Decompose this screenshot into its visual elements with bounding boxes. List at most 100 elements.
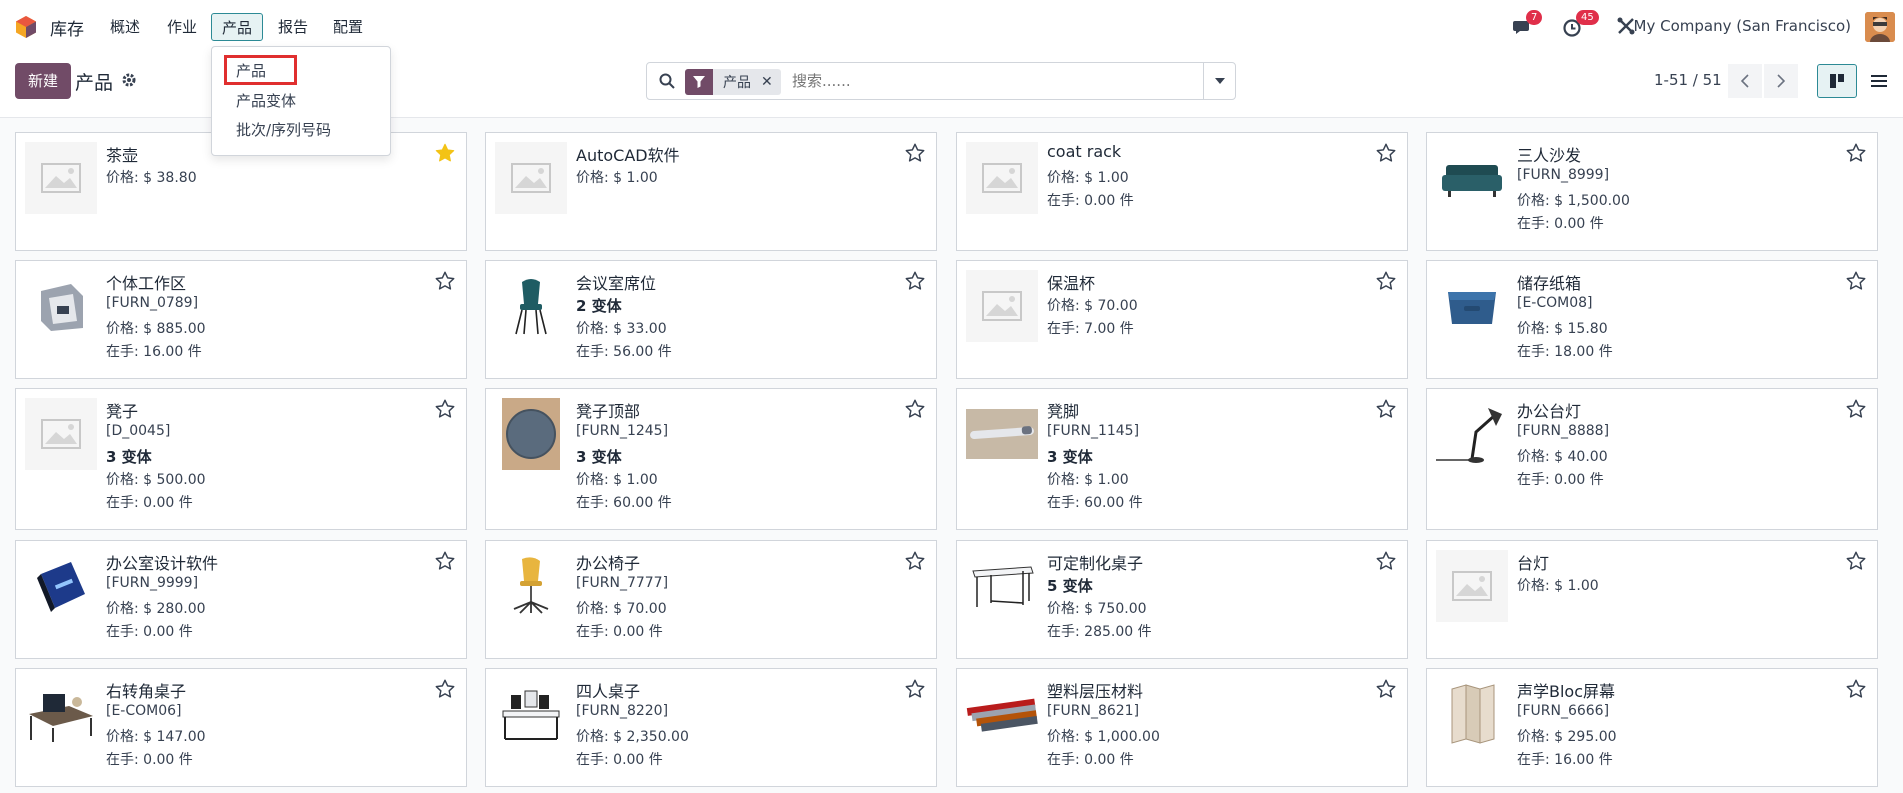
product-detail: 价格: $ 500.00 bbox=[106, 472, 206, 488]
menu-operations[interactable]: 作业 bbox=[157, 13, 207, 41]
product-detail: 价格: $ 38.80 bbox=[106, 170, 197, 186]
menu-reporting[interactable]: 报告 bbox=[268, 13, 318, 41]
product-image bbox=[495, 270, 567, 342]
product-name: 茶壶 bbox=[106, 146, 139, 165]
product-card[interactable]: coat rack 价格: $ 1.00 在手: 0.00 件 bbox=[956, 132, 1408, 251]
favorite-star-icon[interactable] bbox=[1845, 678, 1867, 700]
product-card[interactable]: 三人沙发 [FURN_8999] 价格: $ 1,500.00 在手: 0.00 件 bbox=[1426, 132, 1878, 251]
product-detail: [FURN_8621] bbox=[1047, 703, 1140, 719]
list-view-button[interactable] bbox=[1859, 64, 1899, 98]
product-name: 凳脚 bbox=[1047, 402, 1080, 421]
product-detail: [FURN_0789] bbox=[106, 295, 199, 311]
product-detail: 价格: $ 2,350.00 bbox=[576, 729, 689, 745]
dropdown-item-lots-serial-numbers[interactable]: 批次/序列号码 bbox=[236, 119, 331, 140]
product-card[interactable]: 塑料层压材料 [FURN_8621] 价格: $ 1,000.00 在手: 0.00 … bbox=[956, 668, 1408, 787]
product-detail: [FURN_1145] bbox=[1047, 423, 1140, 439]
product-card[interactable]: 保温杯 价格: $ 70.00 在手: 7.00 件 bbox=[956, 260, 1408, 379]
product-card[interactable]: 储存纸箱 [E-COM08] 价格: $ 15.80 在手: 18.00 件 bbox=[1426, 260, 1878, 379]
menu-products[interactable]: 产品 bbox=[211, 13, 264, 41]
favorite-star-icon[interactable] bbox=[904, 142, 926, 164]
favorite-star-icon[interactable] bbox=[434, 398, 456, 420]
kanban-view-button[interactable] bbox=[1817, 64, 1857, 98]
app-name[interactable]: 库存 bbox=[50, 15, 84, 40]
product-card[interactable]: 凳脚 [FURN_1145] 3 变体 价格: $ 1.00 在手: 60.00 件 bbox=[956, 388, 1408, 530]
company-switcher[interactable]: My Company (San Francisco) bbox=[1634, 17, 1851, 35]
product-card[interactable]: 办公台灯 [FURN_8888] 价格: $ 40.00 在手: 0.00 件 bbox=[1426, 388, 1878, 530]
product-name: 办公室设计软件 bbox=[106, 554, 219, 573]
product-image bbox=[495, 398, 567, 470]
product-detail: 在手: 0.00 件 bbox=[576, 624, 663, 640]
product-name: 塑料层压材料 bbox=[1047, 682, 1144, 701]
user-avatar[interactable] bbox=[1865, 12, 1895, 42]
product-name: 三人沙发 bbox=[1517, 146, 1582, 165]
facet-remove-icon[interactable]: ✕ bbox=[761, 74, 781, 90]
product-card[interactable]: 凳子 [D_0045] 3 变体 价格: $ 500.00 在手: 0.00 件 bbox=[15, 388, 467, 530]
favorite-star-icon[interactable] bbox=[1845, 398, 1867, 420]
favorite-star-icon[interactable] bbox=[1375, 142, 1397, 164]
pager-previous-button[interactable] bbox=[1728, 64, 1762, 98]
menu-configuration[interactable]: 配置 bbox=[323, 13, 373, 41]
product-card[interactable]: 办公椅子 [FURN_7777] 价格: $ 70.00 在手: 0.00 件 bbox=[485, 540, 937, 659]
product-card[interactable]: 可定制化桌子 5 变体 价格: $ 750.00 在手: 285.00 件 bbox=[956, 540, 1408, 659]
product-card[interactable]: 凳子顶部 [FURN_1245] 3 变体 价格: $ 1.00 在手: 60.00 件 bbox=[485, 388, 937, 530]
product-detail: [E-COM08] bbox=[1517, 295, 1593, 311]
activities-badge: 45 bbox=[1576, 10, 1599, 25]
product-detail: 在手: 0.00 件 bbox=[106, 752, 193, 768]
product-image bbox=[495, 678, 567, 750]
menu-overview[interactable]: 概述 bbox=[100, 13, 150, 41]
product-card[interactable]: 声学Bloc屏幕 [FURN_6666] 价格: $ 295.00 在手: 16.00… bbox=[1426, 668, 1878, 787]
product-card[interactable]: 台灯 价格: $ 1.00 bbox=[1426, 540, 1878, 659]
app-logo-icon[interactable] bbox=[15, 15, 37, 39]
favorite-star-icon[interactable] bbox=[434, 142, 456, 164]
favorite-star-icon[interactable] bbox=[1845, 270, 1867, 292]
pager-next-button[interactable] bbox=[1764, 64, 1798, 98]
product-image bbox=[1436, 142, 1508, 214]
favorite-star-icon[interactable] bbox=[434, 678, 456, 700]
product-card[interactable]: AutoCAD软件 价格: $ 1.00 bbox=[485, 132, 937, 251]
pager-value[interactable]: 1-51 / 51 bbox=[1654, 71, 1722, 89]
favorite-star-icon[interactable] bbox=[434, 270, 456, 292]
product-image bbox=[25, 270, 97, 342]
product-card[interactable]: 四人桌子 [FURN_8220] 价格: $ 2,350.00 在手: 0.00 件 bbox=[485, 668, 937, 787]
favorite-star-icon[interactable] bbox=[1375, 678, 1397, 700]
favorite-star-icon[interactable] bbox=[434, 550, 456, 572]
product-detail: 价格: $ 1.00 bbox=[576, 472, 658, 488]
favorite-star-icon[interactable] bbox=[1845, 550, 1867, 572]
search-options-toggle[interactable] bbox=[1203, 63, 1235, 99]
product-detail: 价格: $ 33.00 bbox=[576, 321, 667, 337]
favorite-star-icon[interactable] bbox=[1375, 398, 1397, 420]
messages-icon[interactable]: 7 bbox=[1512, 10, 1543, 38]
search-input[interactable] bbox=[792, 72, 1192, 90]
product-card[interactable]: 办公室设计软件 [FURN_9999] 价格: $ 280.00 在手: 0.00 件 bbox=[15, 540, 467, 659]
search-icon[interactable] bbox=[659, 73, 675, 89]
favorite-star-icon[interactable] bbox=[904, 678, 926, 700]
product-detail: 价格: $ 1.00 bbox=[1047, 472, 1129, 488]
favorite-star-icon[interactable] bbox=[904, 550, 926, 572]
product-detail: 价格: $ 15.80 bbox=[1517, 321, 1608, 337]
favorite-star-icon[interactable] bbox=[1375, 270, 1397, 292]
activities-icon[interactable]: 45 bbox=[1562, 10, 1599, 38]
dropdown-item-product-variants[interactable]: 产品变体 bbox=[236, 90, 296, 111]
favorite-star-icon[interactable] bbox=[1845, 142, 1867, 164]
product-card[interactable]: 会议室席位 2 变体 价格: $ 33.00 在手: 56.00 件 bbox=[485, 260, 937, 379]
product-detail: 价格: $ 1.00 bbox=[1047, 170, 1129, 186]
gear-icon[interactable] bbox=[121, 72, 137, 88]
product-detail: 在手: 18.00 件 bbox=[1517, 344, 1613, 360]
product-image bbox=[25, 142, 97, 214]
product-image bbox=[966, 142, 1038, 214]
favorite-star-icon[interactable] bbox=[904, 270, 926, 292]
product-detail: [FURN_6666] bbox=[1517, 703, 1610, 719]
product-name: 声学Bloc屏幕 bbox=[1517, 682, 1616, 701]
product-detail: 价格: $ 885.00 bbox=[106, 321, 206, 337]
product-card[interactable]: 个体工作区 [FURN_0789] 价格: $ 885.00 在手: 16.00 件 bbox=[15, 260, 467, 379]
product-detail: [FURN_8220] bbox=[576, 703, 669, 719]
product-image bbox=[966, 550, 1038, 622]
product-name: 右转角桌子 bbox=[106, 682, 187, 701]
new-button[interactable]: 新建 bbox=[15, 63, 71, 99]
product-detail: 在手: 0.00 件 bbox=[106, 495, 193, 511]
favorite-star-icon[interactable] bbox=[904, 398, 926, 420]
product-detail: 价格: $ 1,500.00 bbox=[1517, 193, 1630, 209]
product-card[interactable]: 右转角桌子 [E-COM06] 价格: $ 147.00 在手: 0.00 件 bbox=[15, 668, 467, 787]
dropdown-item-products[interactable]: 产品 bbox=[236, 60, 266, 81]
favorite-star-icon[interactable] bbox=[1375, 550, 1397, 572]
